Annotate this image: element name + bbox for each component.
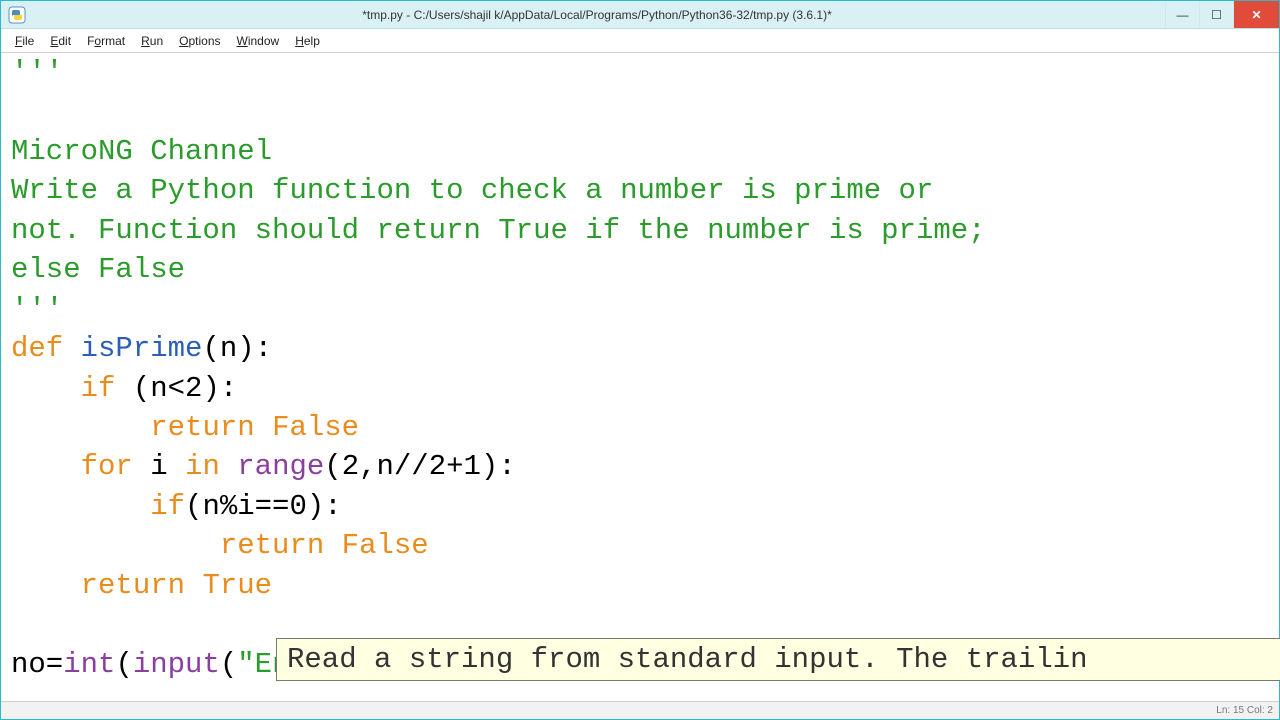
minimize-button[interactable]: — xyxy=(1165,1,1199,28)
const-false: False xyxy=(342,529,429,562)
keyword-if: if xyxy=(81,372,116,405)
keyword-return: return xyxy=(150,411,254,444)
comment-line: MicroNG Channel xyxy=(11,135,272,168)
const-true: True xyxy=(202,569,272,602)
menu-window[interactable]: Window xyxy=(229,32,288,50)
const-false: False xyxy=(272,411,359,444)
cond2: (n%i==0): xyxy=(185,490,342,523)
keyword-return: return xyxy=(81,569,185,602)
comment-line: Write a Python function to check a numbe… xyxy=(11,174,933,207)
close-button[interactable]: ✕ xyxy=(1233,1,1279,28)
iter-var: i xyxy=(133,450,185,483)
window-controls: — ☐ ✕ xyxy=(1165,1,1279,28)
var-assign: no= xyxy=(11,648,63,681)
keyword-if: if xyxy=(150,490,185,523)
keyword-return: return xyxy=(220,529,324,562)
builtin-int: int xyxy=(63,648,115,681)
menu-file[interactable]: File xyxy=(7,32,42,50)
python-idle-icon xyxy=(5,3,29,27)
window-title: *tmp.py - C:/Users/shajil k/AppData/Loca… xyxy=(29,8,1165,22)
paren: ( xyxy=(220,648,237,681)
menu-run[interactable]: Run xyxy=(133,32,171,50)
builtin-range: range xyxy=(237,450,324,483)
maximize-button[interactable]: ☐ xyxy=(1199,1,1233,28)
menu-edit[interactable]: Edit xyxy=(42,32,79,50)
calltip-tooltip: Read a string from standard input. The t… xyxy=(276,638,1280,681)
builtin-input: input xyxy=(133,648,220,681)
keyword-for: for xyxy=(81,450,133,483)
cond: (n<2): xyxy=(115,372,237,405)
range-args: (2,n//2+1): xyxy=(324,450,515,483)
menu-help[interactable]: Help xyxy=(287,32,328,50)
menu-format[interactable]: Format xyxy=(79,32,133,50)
comment-line: not. Function should return True if the … xyxy=(11,214,986,247)
comment-line: else False xyxy=(11,253,185,286)
menubar: File Edit Format Run Options Window Help xyxy=(1,29,1279,53)
status-bar: Ln: 15 Col: 2 xyxy=(1,701,1279,719)
editor-area[interactable]: ''' MicroNG Channel Write a Python funct… xyxy=(1,53,1279,701)
docstring-close: ''' xyxy=(11,293,63,326)
cursor-position: Ln: 15 Col: 2 xyxy=(1216,705,1273,716)
func-name: isPrime xyxy=(81,332,203,365)
source-code[interactable]: ''' MicroNG Channel Write a Python funct… xyxy=(11,53,1279,684)
menu-options[interactable]: Options xyxy=(171,32,228,50)
keyword-def: def xyxy=(11,332,63,365)
docstring-open: ''' xyxy=(11,56,63,89)
paren: ( xyxy=(115,648,132,681)
paren: (n): xyxy=(202,332,272,365)
keyword-in: in xyxy=(185,450,220,483)
idle-window: *tmp.py - C:/Users/shajil k/AppData/Loca… xyxy=(0,0,1280,720)
titlebar[interactable]: *tmp.py - C:/Users/shajil k/AppData/Loca… xyxy=(1,1,1279,29)
